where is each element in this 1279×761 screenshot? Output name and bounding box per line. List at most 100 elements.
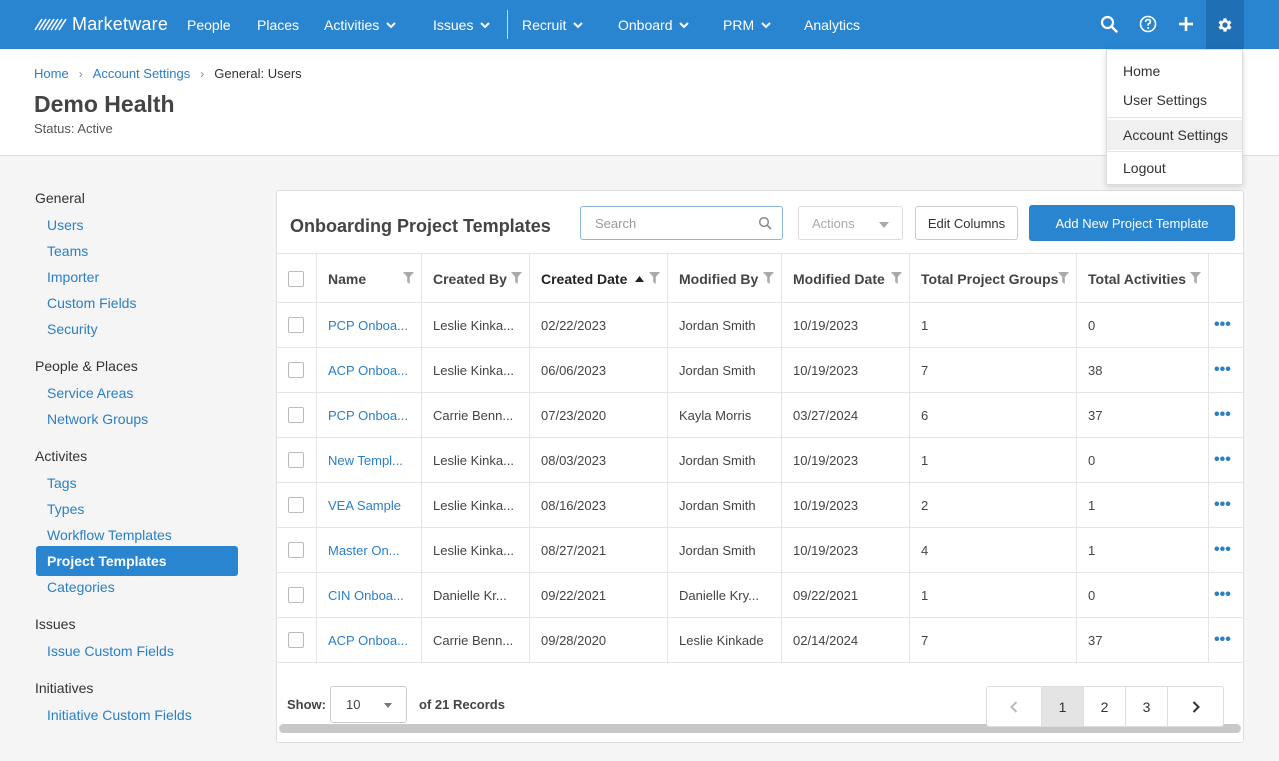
cell-name[interactable]: PCP Onboa... [317,303,422,347]
row-more-icon[interactable]: ••• [1209,618,1243,662]
sidebar-item-tags[interactable]: Tags [47,475,77,491]
column-header-created-by[interactable]: Created By [422,254,530,303]
table-row[interactable]: New Templ... Leslie Kinka... 08/03/2023 Jor… [277,438,1243,483]
row-select-cell [277,393,317,437]
nav-recruit[interactable]: Recruit [522,0,584,49]
sidebar-item-project-templates[interactable]: Project Templates [36,546,238,576]
menu-item-account-settings[interactable]: Account Settings [1107,120,1242,150]
edit-columns-button[interactable]: Edit Columns [915,206,1018,240]
row-more-icon[interactable]: ••• [1209,303,1243,347]
row-checkbox[interactable] [288,497,304,513]
column-header-created-date[interactable]: Created Date [530,254,668,303]
add-project-template-button[interactable]: Add New Project Template [1029,205,1235,241]
settings-sidebar: General Users Teams Importer Custom Fiel… [0,156,260,761]
cell-name[interactable]: PCP Onboa... [317,393,422,437]
sidebar-item-importer[interactable]: Importer [47,269,99,285]
table-row[interactable]: VEA Sample Leslie Kinka... 08/16/2023 Jorda… [277,483,1243,528]
cell-name[interactable]: CIN Onboa... [317,573,422,617]
sidebar-item-types[interactable]: Types [47,501,84,517]
nav-issues[interactable]: Issues [433,0,491,49]
cell-modified-by: Kayla Morris [668,393,782,437]
column-header-total-activities[interactable]: Total Activities [1077,254,1209,303]
cell-name[interactable]: ACP Onboa... [317,348,422,392]
row-checkbox[interactable] [288,362,304,378]
next-page-button[interactable] [1168,687,1223,726]
select-all-checkbox[interactable] [288,270,304,287]
breadcrumb-account-settings[interactable]: Account Settings [93,66,191,81]
menu-item-user-settings[interactable]: User Settings [1107,85,1242,115]
sidebar-item-custom-fields[interactable]: Custom Fields [47,295,136,311]
filter-icon[interactable] [649,272,660,284]
brand-logo[interactable]: Marketware [34,13,168,35]
search-field[interactable] [580,206,783,240]
cell-modified-date: 10/19/2023 [782,438,910,482]
plus-icon[interactable] [1174,12,1198,36]
table-row[interactable]: PCP Onboa... Leslie Kinka... 02/22/2023 Jor… [277,303,1243,348]
sidebar-item-initiative-custom-fields[interactable]: Initiative Custom Fields [47,707,192,723]
table-row[interactable]: Master On... Leslie Kinka... 08/27/2021 Jor… [277,528,1243,573]
column-header-modified-date[interactable]: Modified Date [782,254,910,303]
cell-name[interactable]: New Templ... [317,438,422,482]
sidebar-item-teams[interactable]: Teams [47,243,88,259]
column-header-modified-by[interactable]: Modified By [668,254,782,303]
row-checkbox[interactable] [288,587,304,603]
row-more-icon[interactable]: ••• [1209,573,1243,617]
nav-places[interactable]: Places [257,0,299,49]
table-row[interactable]: PCP Onboa... Carrie Benn... 07/23/2020 Kayl… [277,393,1243,438]
sidebar-item-workflow-templates[interactable]: Workflow Templates [47,527,172,543]
column-header-total-project-groups[interactable]: Total Project Groups [910,254,1077,303]
page-size-select[interactable]: 10 [330,686,407,723]
row-more-icon[interactable]: ••• [1209,528,1243,572]
cell-created-by: Leslie Kinka... [422,348,530,392]
nav-people[interactable]: People [187,0,231,49]
actions-dropdown[interactable]: Actions [798,206,903,240]
row-more-icon[interactable]: ••• [1209,393,1243,437]
menu-item-home[interactable]: Home [1107,56,1242,86]
sidebar-item-network-groups[interactable]: Network Groups [47,411,148,427]
table-row[interactable]: CIN Onboa... Danielle Kr... 09/22/2021 Dani… [277,573,1243,618]
filter-icon[interactable] [1058,272,1069,284]
filter-icon[interactable] [1190,272,1201,284]
prev-page-button[interactable] [987,687,1042,726]
nav-activities[interactable]: Activities [324,0,396,49]
table-row[interactable]: ACP Onboa... Leslie Kinka... 06/06/2023 Jor… [277,348,1243,393]
column-header-name[interactable]: Name [317,254,422,303]
row-checkbox[interactable] [288,407,304,423]
sidebar-item-service-areas[interactable]: Service Areas [47,385,133,401]
cell-name[interactable]: VEA Sample [317,483,422,527]
row-checkbox[interactable] [288,317,304,333]
brand-logo-icon [34,18,67,31]
more-options-icon: ••• [1214,451,1231,468]
sidebar-item-categories[interactable]: Categories [47,579,115,595]
page-button-1[interactable]: 1 [1042,687,1084,726]
row-checkbox[interactable] [288,632,304,648]
row-more-icon[interactable]: ••• [1209,348,1243,392]
filter-icon[interactable] [403,272,414,284]
menu-item-logout[interactable]: Logout [1107,153,1242,183]
gear-icon[interactable] [1206,0,1244,49]
row-more-icon[interactable]: ••• [1209,483,1243,527]
row-checkbox[interactable] [288,452,304,468]
breadcrumb-home[interactable]: Home [34,66,69,81]
more-options-icon: ••• [1214,541,1231,558]
search-input[interactable] [595,215,755,231]
page-button-3[interactable]: 3 [1126,687,1168,726]
sidebar-item-security[interactable]: Security [47,321,98,337]
sidebar-item-issue-custom-fields[interactable]: Issue Custom Fields [47,643,174,659]
nav-analytics[interactable]: Analytics [804,0,860,49]
help-icon[interactable] [1136,12,1160,36]
row-more-icon[interactable]: ••• [1209,438,1243,482]
row-checkbox[interactable] [288,542,304,558]
search-icon[interactable] [1097,12,1121,36]
cell-name[interactable]: Master On... [317,528,422,572]
sidebar-item-users[interactable]: Users [47,217,84,233]
filter-icon[interactable] [763,272,774,284]
filter-icon[interactable] [511,272,522,284]
table-row[interactable]: ACP Onboa... Carrie Benn... 09/28/2020 Lesl… [277,618,1243,663]
nav-prm[interactable]: PRM [723,0,771,49]
nav-onboard[interactable]: Onboard [618,0,690,49]
cell-total-project-groups: 2 [910,483,1077,527]
page-button-2[interactable]: 2 [1084,687,1126,726]
filter-icon[interactable] [891,272,902,284]
cell-name[interactable]: ACP Onboa... [317,618,422,662]
